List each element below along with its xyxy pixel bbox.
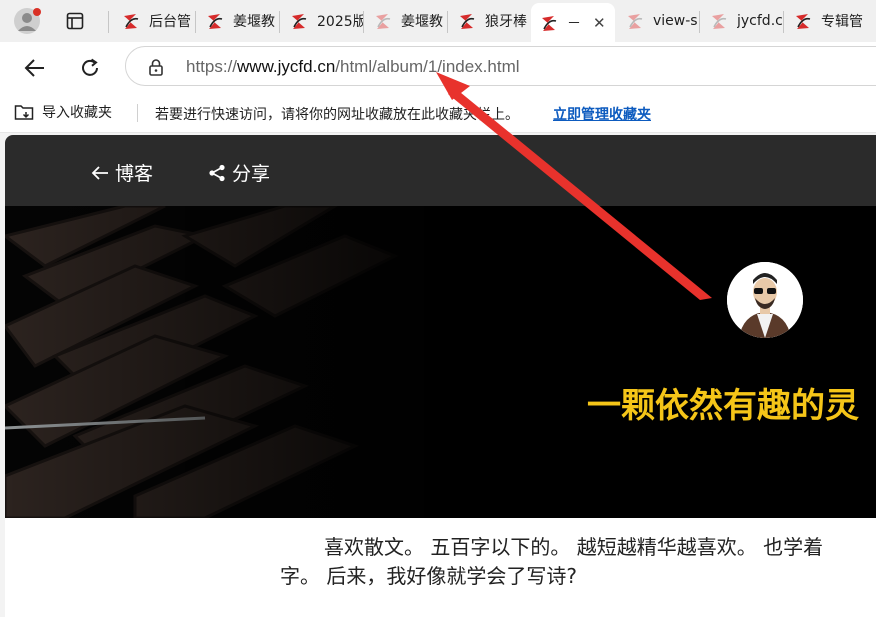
browser-tab-title: －	[567, 15, 581, 32]
site-favicon-icon	[542, 15, 557, 31]
site-favicon-icon	[628, 14, 643, 29]
import-favorites-label: 导入收藏夹	[42, 105, 112, 121]
url-host: www.jycfd.cn	[237, 57, 336, 76]
browser-tab[interactable]: view-s	[617, 4, 699, 38]
site-favicon-icon	[208, 14, 223, 29]
browser-tab-title: 专辑管	[821, 14, 863, 30]
intro-section: 喜欢散文。 五百字以下的。 越短越精华越喜欢。 也学着 字。 后来，我好像就学会…	[5, 518, 876, 617]
browser-tab[interactable]: 姜堰教	[365, 4, 447, 38]
intro-text-line1: 喜欢散文。 五百字以下的。 越短越精华越喜欢。 也学着	[324, 535, 824, 559]
site-favicon-icon	[796, 14, 811, 29]
address-bar[interactable]: https://www.jycfd.cn/html/album/1/index.…	[125, 46, 876, 86]
profile-icon	[14, 8, 41, 34]
url-scheme: https://	[186, 57, 238, 76]
browser-tab[interactable]: jycfd.c	[701, 4, 783, 38]
profile-avatar-button[interactable]	[10, 4, 44, 38]
tab-divider	[279, 11, 280, 33]
browser-tab[interactable]: 2025版	[281, 4, 363, 38]
refresh-button[interactable]	[74, 52, 106, 84]
nav-share-label: 分享	[232, 163, 271, 185]
nav-blog-link[interactable]: 博客	[91, 159, 153, 186]
hero-banner: 一颗依然有趣的灵	[5, 206, 876, 518]
page-viewport: 博客 分享 一颗依然有趣的灵 喜欢散文。 五百字以下的。 越短越精华越喜欢。 也…	[5, 135, 876, 617]
address-toolbar: https://www.jycfd.cn/html/album/1/index.…	[0, 42, 876, 94]
url-path: /html/album/1/index.html	[335, 57, 520, 76]
site-favicon-icon	[460, 14, 475, 29]
tab-actions-button[interactable]	[58, 4, 92, 38]
author-avatar[interactable]	[727, 262, 803, 338]
url-text[interactable]: https://www.jycfd.cn/html/album/1/index.…	[186, 57, 520, 77]
site-favicon-icon	[712, 14, 727, 29]
refresh-icon	[82, 58, 98, 76]
bookmarks-hint: 若要进行快速访问，请将你的网址收藏放在此收藏夹栏上。	[155, 107, 519, 123]
nav-share-link[interactable]: 分享	[208, 159, 270, 186]
browser-tab[interactable]: 后台管	[113, 4, 195, 38]
browser-tab[interactable]: 专辑管	[785, 4, 876, 38]
tab-divider	[363, 11, 364, 33]
browser-tab[interactable]: 姜堰教	[197, 4, 279, 38]
tab-divider	[447, 11, 448, 33]
avatar-illustration	[727, 262, 803, 338]
browser-tab-title: 后台管	[149, 14, 191, 30]
back-button[interactable]	[19, 52, 51, 84]
browser-tab-title: 姜堰教	[233, 14, 275, 30]
tab-divider	[783, 11, 784, 33]
arrow-left-icon	[91, 165, 108, 180]
browser-tab[interactable]: － ✕	[531, 3, 615, 42]
tab-strip: 后台管 姜堰教 2025版 姜堰教 狼牙棒－ ✕ view-s jycfd.c 专辑管	[0, 0, 876, 42]
tab-divider	[699, 11, 700, 33]
tab-divider	[195, 11, 196, 33]
tab-actions-icon	[66, 12, 84, 30]
browser-tab-title: 2025版	[317, 14, 363, 30]
bookmarks-divider	[137, 104, 138, 122]
import-folder-icon	[14, 105, 34, 120]
browser-tab-title: 姜堰教	[401, 14, 443, 30]
browser-tab-title: view-s	[653, 13, 698, 29]
nav-blog-label: 博客	[115, 163, 154, 185]
share-icon	[209, 164, 225, 181]
browser-tab-title: jycfd.c	[737, 13, 783, 29]
browser-tab[interactable]: 狼牙棒	[449, 4, 531, 38]
close-tab-icon[interactable]: ✕	[593, 14, 606, 32]
back-arrow-icon	[24, 59, 44, 77]
import-favorites-button[interactable]: 导入收藏夹	[14, 102, 112, 122]
browser-tab-title: 狼牙棒	[485, 14, 527, 30]
hero-background-image	[5, 206, 876, 518]
site-favicon-icon	[124, 14, 139, 29]
lock-icon[interactable]	[148, 58, 164, 76]
hero-slogan: 一颗依然有趣的灵	[587, 386, 859, 426]
site-nav: 博客 分享	[5, 135, 876, 206]
intro-text-line2: 字。 后来，我好像就学会了写诗?	[280, 564, 577, 588]
site-favicon-icon	[376, 14, 391, 29]
site-favicon-icon	[292, 14, 307, 29]
bookmarks-bar: 导入收藏夹 若要进行快速访问，请将你的网址收藏放在此收藏夹栏上。 立即管理收藏夹	[0, 94, 876, 133]
manage-favorites-link[interactable]: 立即管理收藏夹	[553, 104, 651, 124]
